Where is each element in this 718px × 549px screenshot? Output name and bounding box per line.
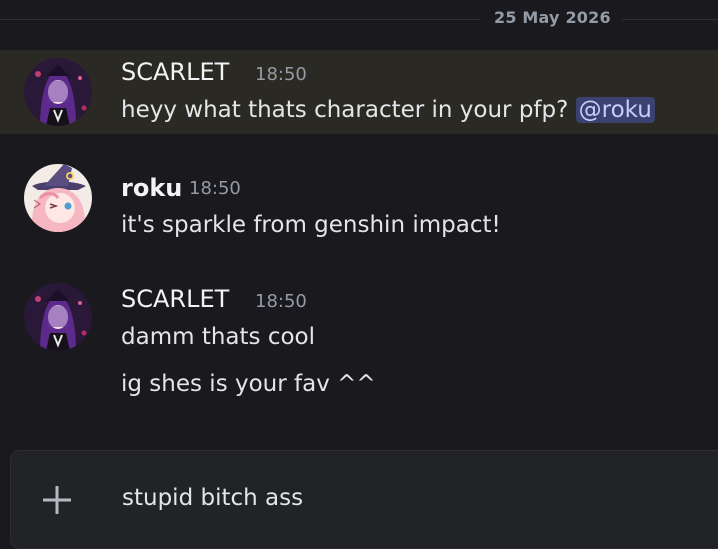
avatar-scarlet[interactable] <box>24 283 92 351</box>
date-divider: 25 May 2026 <box>0 8 718 30</box>
message-timestamp[interactable]: 18:50 <box>255 64 307 85</box>
message-input[interactable] <box>122 485 622 511</box>
message-timestamp[interactable]: 18:50 <box>255 291 307 312</box>
message-scarlet-2: SCARLET 18:50 damm thats cool ig shes is… <box>0 275 718 415</box>
message-timestamp[interactable]: 18:50 <box>189 178 241 199</box>
avatar-scarlet-image <box>24 283 92 351</box>
plus-icon[interactable] <box>41 484 73 516</box>
avatar-roku-image <box>24 164 92 232</box>
avatar-scarlet-image <box>24 58 92 126</box>
divider-line <box>0 19 480 20</box>
message-author[interactable]: roku <box>121 174 182 202</box>
message-author[interactable]: SCARLET <box>121 58 229 86</box>
message-body: heyy what thats character in your pfp? <box>121 97 569 123</box>
message-author[interactable]: SCARLET <box>121 285 229 313</box>
date-label: 25 May 2026 <box>494 8 611 27</box>
divider-line <box>622 19 718 20</box>
chat-view: 25 May 2026 SCARLET 18:50 heyy what that… <box>0 0 718 549</box>
message-scarlet-1: SCARLET 18:50 heyy what thats character … <box>0 50 718 134</box>
user-mention[interactable]: @roku <box>575 97 655 123</box>
message-roku: roku 18:50 it's sparkle from genshin imp… <box>0 156 718 252</box>
avatar-roku[interactable] <box>24 164 92 232</box>
message-text: heyy what thats character in your pfp? @… <box>121 97 655 123</box>
message-text: it's sparkle from genshin impact! <box>121 212 501 238</box>
message-text: damm thats cool <box>121 324 315 350</box>
message-composer <box>10 450 718 549</box>
avatar-scarlet[interactable] <box>24 58 92 126</box>
message-text: ig shes is your fav ^^ <box>121 371 376 397</box>
